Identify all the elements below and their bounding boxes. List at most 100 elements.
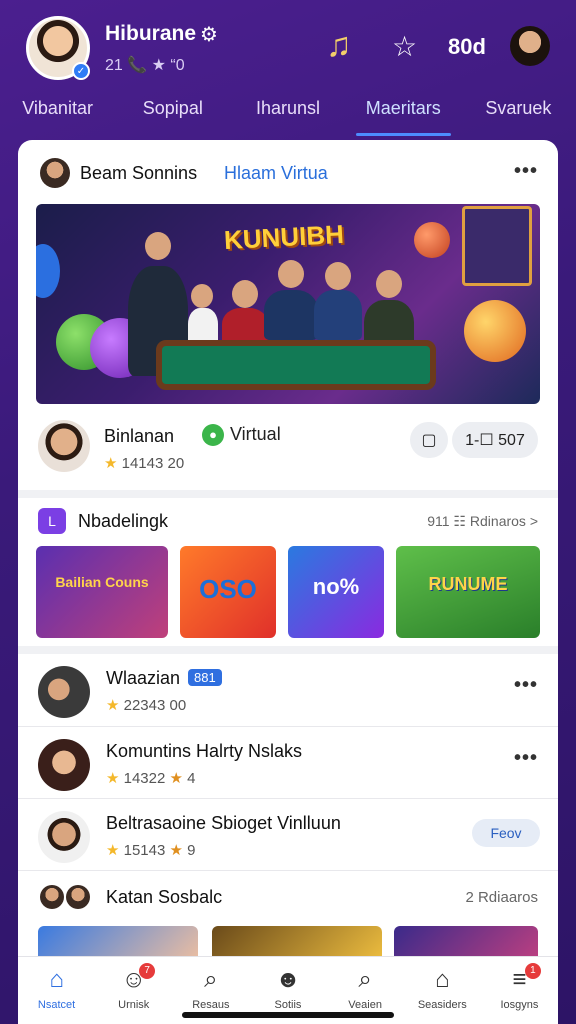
nav-item-store[interactable]: ⌂ Seasiders xyxy=(404,957,481,1024)
top-tabs: Vibanitar Sopipal Iharunsl Maeritars Sva… xyxy=(0,92,576,136)
post-author-name[interactable]: Beam Sonnins xyxy=(80,163,197,184)
person xyxy=(314,290,362,340)
search-icon: ⌕ xyxy=(358,966,372,993)
person-head xyxy=(376,270,402,298)
profile-header: ✓ Hiburane ⚙ 21 📞 ★ “0 ♫ ☆ 80d xyxy=(0,0,576,92)
host-stats-value: 14143 20 xyxy=(121,455,185,472)
gear-icon[interactable]: ⚙ xyxy=(200,22,218,47)
bookmark-button[interactable]: ▢ xyxy=(410,422,448,458)
music-note-icon[interactable]: ♫ xyxy=(326,26,352,65)
list-item-extra: 4 xyxy=(187,770,196,787)
post-author-avatar[interactable] xyxy=(40,158,70,188)
star-icon[interactable]: ☆ xyxy=(392,30,417,63)
decor-ball xyxy=(464,300,526,362)
list-item-stats-value: 15143 xyxy=(123,842,166,859)
section-icon: L xyxy=(38,508,66,534)
tab-vibanitar[interactable]: Vibanitar xyxy=(0,92,115,136)
nav-label: Resaus xyxy=(192,999,230,1011)
tab-svaruek[interactable]: Svaruek xyxy=(461,92,576,136)
more-options-icon[interactable]: ••• xyxy=(514,160,538,183)
list-avatar[interactable] xyxy=(38,666,90,718)
list-item-stats: ★ 15143 ★ 9 xyxy=(106,841,195,859)
person-head xyxy=(278,260,304,288)
decor-ball xyxy=(36,244,60,298)
star-icon: ★ xyxy=(106,697,120,714)
list-item-extra: 9 xyxy=(187,842,196,859)
thumbnail[interactable]: Bailian Couns xyxy=(36,546,168,638)
nav-item-menu[interactable]: ≡ 1 Iosgyns xyxy=(481,957,558,1024)
profile-subline: 21 📞 ★ “0 xyxy=(105,57,185,74)
count-pill[interactable]: 1-☐ 507 xyxy=(452,422,538,458)
tab-sopipal[interactable]: Sopipal xyxy=(115,92,230,136)
nav-label: Seasiders xyxy=(417,999,467,1011)
list-item[interactable]: Beltrasaoine Sbioget Vinlluun ★ 15143 ★ … xyxy=(18,798,558,870)
list-item[interactable]: Komuntins Halrty Nslaks ★ 14322 ★ 4 ••• xyxy=(18,726,558,798)
person-head xyxy=(191,284,213,308)
thumbnail-label: RUNUME xyxy=(428,574,508,594)
notification-badge: 7 xyxy=(139,963,156,979)
nav-label: Iosgyns xyxy=(500,999,539,1011)
host-badge-label: Virtual xyxy=(230,424,281,444)
notification-badge: 1 xyxy=(524,963,541,979)
list-item-name: Komuntins Halrty Nslaks xyxy=(106,741,303,761)
person-head xyxy=(145,232,171,260)
search-icon: ⌕ xyxy=(204,966,218,993)
thumbnail[interactable]: OSO xyxy=(180,546,276,638)
feed-card: Beam Sonnins Hlaam Virtua ••• KUNUIBH Bi… xyxy=(18,140,558,1024)
more-options-icon[interactable]: ••• xyxy=(514,674,538,697)
count-badge: 881 xyxy=(188,669,222,686)
person-head xyxy=(232,280,258,308)
nav-label: Urnisk xyxy=(118,999,150,1011)
list-item-name: Beltrasaoine Sbioget Vinlluun xyxy=(106,813,341,833)
star-icon: ★ xyxy=(169,770,183,787)
thumbnail-row: Bailian Couns OSO no% RUNUME xyxy=(36,546,540,638)
strip-avatar[interactable] xyxy=(40,885,64,909)
user-avatar[interactable] xyxy=(510,26,550,66)
follow-label: Feov xyxy=(490,825,522,841)
more-options-icon[interactable]: ••• xyxy=(514,747,538,770)
star-icon: ★ xyxy=(104,455,118,472)
coin-balance: 80d xyxy=(448,34,486,59)
thumbnail-label: OSO xyxy=(199,574,257,604)
pool-table xyxy=(156,340,436,390)
store-icon: ⌂ xyxy=(435,966,450,993)
person-head xyxy=(325,262,351,290)
strip-see-all-link[interactable]: 2 Rdiaaros xyxy=(465,889,538,906)
featured-banner[interactable]: KUNUIBH xyxy=(36,204,540,404)
host-name[interactable]: Binlanan xyxy=(104,426,174,447)
list-item-stats-value: 22343 00 xyxy=(123,697,187,714)
home-icon: ⌂ xyxy=(49,966,64,993)
section-title: Nbadelingk xyxy=(78,511,169,531)
face-icon: ☻ xyxy=(275,966,301,993)
list-item[interactable]: Wlaazian 881 ★ 22343 00 ••• xyxy=(18,654,558,726)
tab-maeritars[interactable]: Maeritars xyxy=(346,92,461,136)
host-avatar[interactable] xyxy=(38,420,90,472)
list-avatar[interactable] xyxy=(38,739,90,791)
thumbnail[interactable]: RUNUME xyxy=(396,546,540,638)
list-avatar[interactable] xyxy=(38,811,90,863)
section-header: L Nbadelingk 911 ☷ Rdinaros > xyxy=(38,506,538,536)
decor-ball xyxy=(414,222,450,258)
verified-icon: ✓ xyxy=(72,62,90,80)
post-tag[interactable]: Hlaam Virtua xyxy=(224,163,328,184)
list-item-stats: ★ 22343 00 xyxy=(106,696,186,714)
section-see-all-link[interactable]: 911 ☷ Rdinaros > xyxy=(427,513,538,530)
strip-avatar[interactable] xyxy=(66,885,90,909)
nav-item-home[interactable]: ⌂ Nsatcet xyxy=(18,957,95,1024)
list-item-title: Wlaazian 881 xyxy=(106,668,222,689)
tab-iharunsl[interactable]: Iharunsl xyxy=(230,92,345,136)
nav-label: Nsatcet xyxy=(37,999,76,1011)
list-item-name: Wlaazian xyxy=(106,668,181,688)
list-item-stats: ★ 14322 ★ 4 xyxy=(106,769,195,787)
section-divider xyxy=(18,490,558,498)
nav-item-profile[interactable]: ☺ 7 Urnisk xyxy=(95,957,172,1024)
post-header: Beam Sonnins Hlaam Virtua ••• xyxy=(38,156,538,190)
thumbnail-label: Bailian Couns xyxy=(55,574,149,590)
star-icon: ★ xyxy=(169,842,183,859)
follow-button[interactable]: Feov xyxy=(472,819,540,847)
star-icon: ★ xyxy=(106,770,120,787)
strip-title: Katan Sosbalc xyxy=(106,887,223,907)
home-indicator[interactable] xyxy=(182,1012,394,1018)
thumbnail[interactable]: no% xyxy=(288,546,384,638)
host-row[interactable]: Binlanan ● Virtual ★ 14143 20 ▢ 1-☐ 507 xyxy=(38,418,538,482)
